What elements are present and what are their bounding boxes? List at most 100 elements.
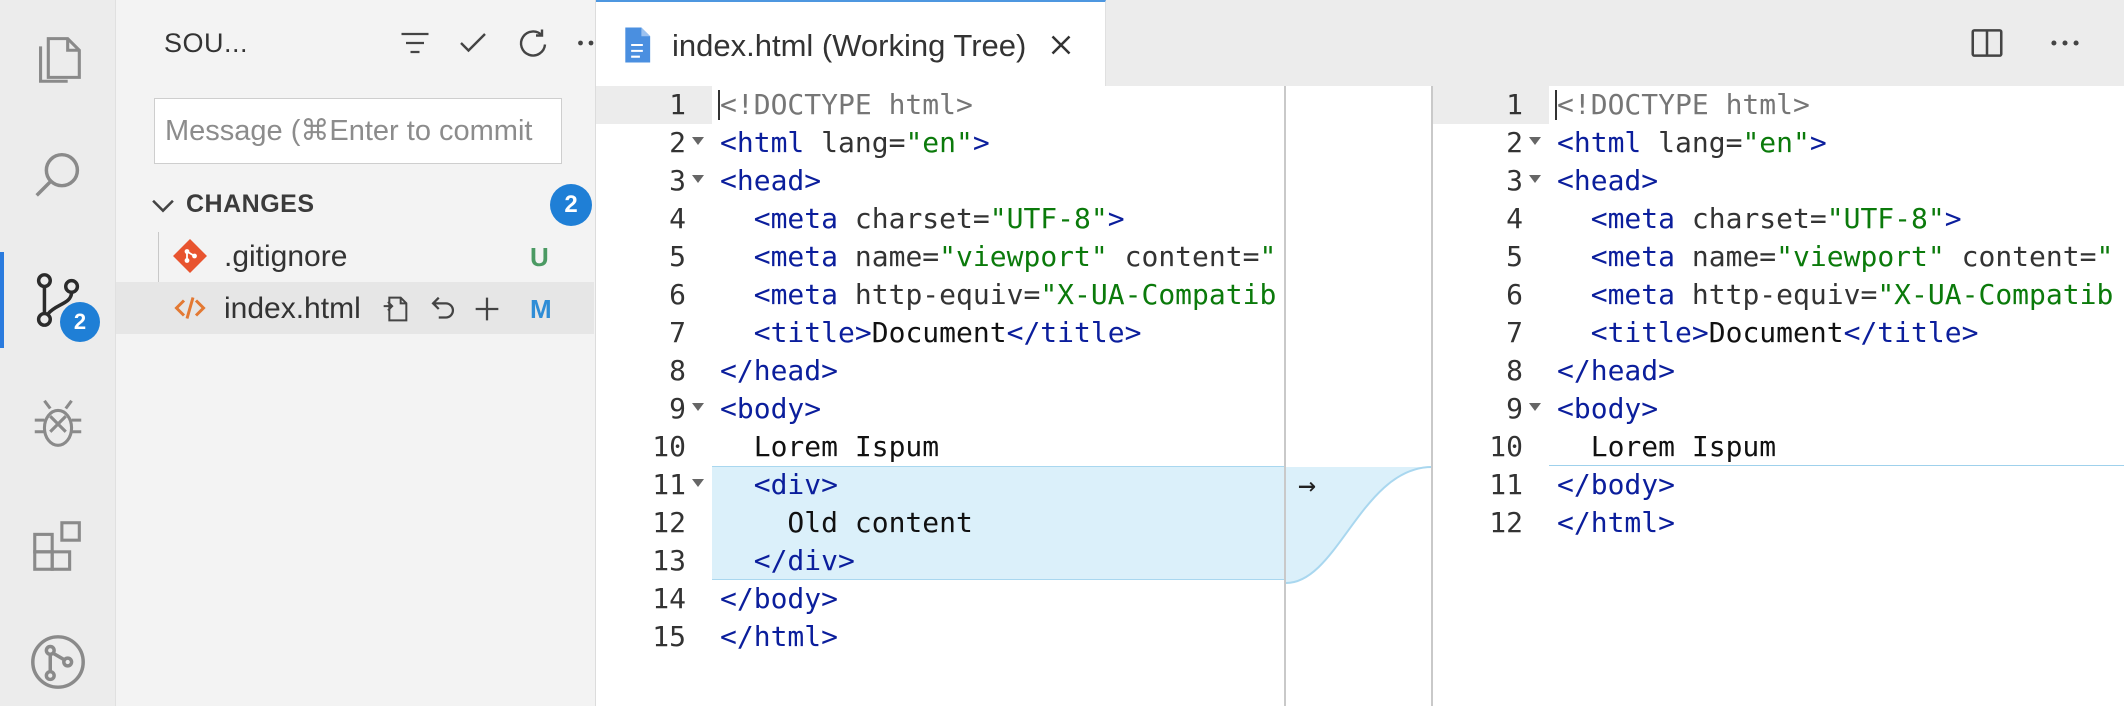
code-token: http-equiv=: [838, 278, 1041, 311]
diff-modified-pane[interactable]: 1 <!DOCTYPE html> 2 <html lang="en"> 3 <head>…: [1433, 86, 2124, 706]
source-control-sidebar: SOU... CHANGES 2 .gitignore U index.html: [116, 0, 604, 706]
open-file-button[interactable]: [376, 290, 414, 328]
code-text: </body>: [1557, 466, 1675, 504]
code-token: name=: [838, 240, 940, 273]
activity-explorer[interactable]: [0, 10, 116, 106]
discard-changes-button[interactable]: [424, 290, 462, 328]
code-token: http-equiv=: [1675, 278, 1878, 311]
commit-message-input[interactable]: [154, 98, 562, 164]
code-text: </div>: [720, 542, 855, 580]
code-line: 2 <html lang="en">: [596, 124, 1286, 162]
activity-debug[interactable]: [0, 376, 116, 472]
code-text: <meta charset="UTF-8">: [1557, 200, 1962, 238]
code-text: <html lang="en">: [720, 124, 990, 162]
code-line: 3 <head>: [1433, 162, 2124, 200]
file-icon: [625, 27, 651, 63]
commit-button[interactable]: [450, 20, 496, 66]
activity-git-graph[interactable]: [0, 614, 116, 706]
code-line: 11 <div>: [596, 466, 1286, 504]
line-number: 1: [669, 88, 686, 121]
activity-search[interactable]: [0, 128, 116, 224]
text-cursor: [718, 90, 720, 120]
refresh-button[interactable]: [510, 20, 556, 66]
changed-file-row[interactable]: .gitignore U: [116, 230, 594, 282]
extensions-icon: [33, 521, 81, 571]
code-text: <body>: [1557, 390, 1658, 428]
split-editor-button[interactable]: [1964, 20, 2010, 66]
code-token: <!DOCTYPE html>: [720, 88, 973, 121]
code-token: "en": [1742, 126, 1810, 159]
code-token: >: [1809, 126, 1827, 159]
fold-chevron-icon[interactable]: [692, 175, 704, 183]
changes-count-badge: 2: [550, 184, 592, 226]
changed-file-row[interactable]: index.html M: [116, 282, 594, 334]
sidebar-title: SOU...: [164, 28, 249, 58]
fold-chevron-icon[interactable]: [1529, 175, 1541, 183]
code-token: </title>: [1006, 316, 1142, 349]
code-text: </html>: [1557, 504, 1675, 542]
source-control-badge: 2: [60, 302, 100, 342]
editor-more-actions-button[interactable]: [2042, 20, 2088, 66]
code-text: <head>: [1557, 162, 1658, 200]
line-number: 2: [1506, 126, 1523, 159]
code-token: </head>: [1557, 354, 1676, 387]
code-line: 13 </div>: [596, 542, 1286, 580]
code-text: <meta http-equiv="X-UA-Compatib: [1557, 276, 2114, 314]
code-token: <div>: [753, 468, 839, 501]
code-token: Lorem Ispum: [720, 430, 940, 463]
code-line: 12 </html>: [1433, 504, 2124, 542]
revert-block-arrow[interactable]: →: [1298, 468, 1316, 503]
code-token: ": [2096, 240, 2114, 273]
code-text: Lorem Ispum: [1557, 428, 1776, 466]
code-token: Document: [871, 316, 1007, 349]
activity-source-control[interactable]: 2: [0, 252, 116, 348]
code-token: </body>: [720, 582, 839, 615]
code-line: 10 Lorem Ispum: [1433, 428, 2124, 466]
line-number: 14: [652, 582, 686, 615]
view-as-list-button[interactable]: [392, 20, 438, 66]
code-line: 1 <!DOCTYPE html>: [596, 86, 1286, 124]
code-token: lang=: [804, 126, 906, 159]
diff-connector: [1286, 466, 1432, 584]
line-number: 12: [652, 506, 686, 539]
line-number: 4: [669, 202, 686, 235]
git-file-icon: [173, 239, 207, 273]
line-number: 11: [1489, 468, 1523, 501]
code-token: Old content: [720, 506, 973, 539]
code-text: </html>: [720, 618, 838, 656]
code-text: <html lang="en">: [1557, 124, 1827, 162]
code-token: </div>: [753, 544, 855, 577]
line-number: 1: [1506, 88, 1523, 121]
changes-section-header[interactable]: CHANGES 2: [146, 184, 592, 226]
code-line: 15 </html>: [596, 618, 1286, 656]
fold-chevron-icon[interactable]: [692, 403, 704, 411]
diff-original-pane[interactable]: 1 <!DOCTYPE html> 2 <html lang="en"> 3 <head>…: [596, 86, 1286, 706]
line-number: 8: [1506, 354, 1523, 387]
fold-chevron-icon[interactable]: [692, 479, 704, 487]
code-line: 5 <meta name="viewport" content=": [596, 238, 1286, 276]
code-token: </head>: [720, 354, 839, 387]
commit-check-icon: [460, 33, 486, 53]
stage-changes-button[interactable]: [468, 290, 506, 328]
code-token: <meta: [1590, 202, 1676, 235]
code-text: Old content: [720, 504, 973, 542]
fold-chevron-icon[interactable]: [1529, 403, 1541, 411]
fold-chevron-icon[interactable]: [692, 137, 704, 145]
code-text: <title>Document</title>: [720, 314, 1142, 352]
view-as-list-icon: [401, 32, 429, 54]
close-icon[interactable]: [1044, 28, 1078, 62]
code-token: "UTF-8": [1826, 202, 1945, 235]
code-text: <body>: [720, 390, 821, 428]
fold-chevron-icon[interactable]: [1529, 137, 1541, 145]
code-text: <!DOCTYPE html>: [720, 86, 973, 124]
changes-label: CHANGES: [186, 190, 315, 218]
refresh-icon: [519, 29, 547, 57]
activity-extensions[interactable]: [0, 498, 116, 594]
editor-tab[interactable]: index.html (Working Tree): [596, 0, 1106, 86]
code-token: Lorem Ispum: [1557, 430, 1777, 463]
code-token: >: [1107, 202, 1125, 235]
code-token: <body>: [720, 392, 822, 425]
